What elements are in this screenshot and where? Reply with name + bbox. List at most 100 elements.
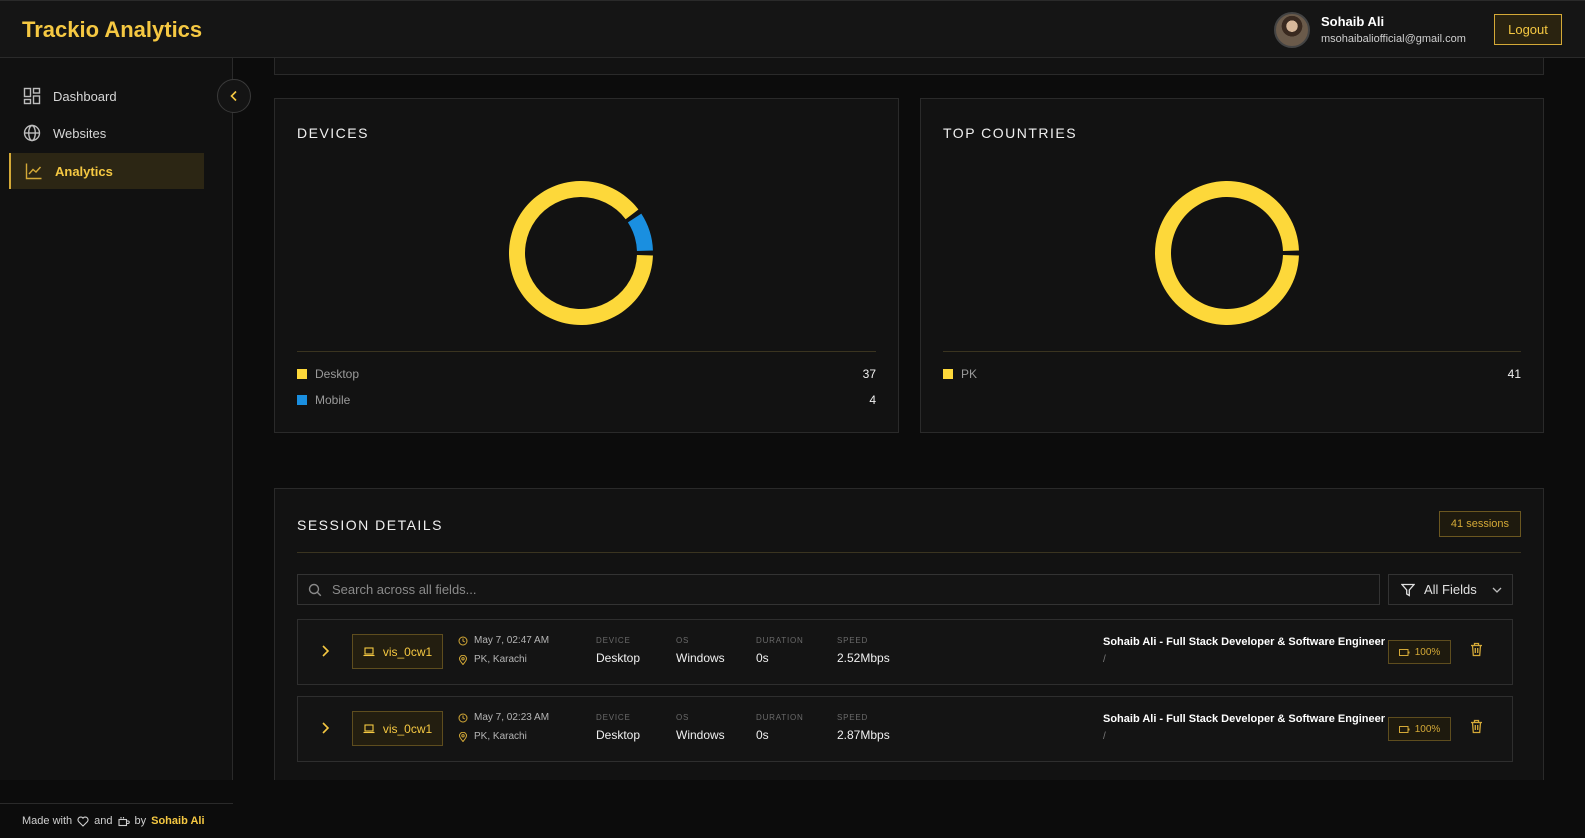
legend-label: Mobile xyxy=(315,393,351,407)
legend-label: PK xyxy=(961,367,978,381)
devices-title: DEVICES xyxy=(297,125,369,141)
delete-icon[interactable] xyxy=(1470,642,1483,657)
avatar[interactable] xyxy=(1274,12,1310,48)
page-path: / xyxy=(1103,654,1106,665)
speed-column: SPEED 2.87Mbps xyxy=(837,713,890,742)
delete-icon[interactable] xyxy=(1470,719,1483,734)
os-value: Windows xyxy=(676,651,725,665)
countries-donut-chart xyxy=(1155,181,1299,325)
battery-value: 100% xyxy=(1414,723,1441,735)
logout-button[interactable]: Logout xyxy=(1494,14,1562,45)
session-location-text: PK, Karachi xyxy=(474,731,527,742)
speed-value: 2.52Mbps xyxy=(837,651,890,665)
battery-value: 100% xyxy=(1414,646,1441,658)
battery-badge: 100% xyxy=(1388,717,1451,741)
visitor-id: vis_0cw1 xyxy=(382,644,433,659)
chevron-down-icon xyxy=(1492,587,1502,593)
os-label: OS xyxy=(676,713,690,722)
duration-value: 0s xyxy=(756,651,769,665)
visitor-id-badge[interactable]: vis_0cw1 xyxy=(352,711,443,746)
user-name: Sohaib Ali xyxy=(1321,14,1385,29)
legend-value: 41 xyxy=(1507,367,1521,381)
chart-icon xyxy=(25,163,42,180)
device-column: DEVICE Desktop xyxy=(596,636,640,665)
footer-by: by xyxy=(134,815,147,827)
coffee-icon xyxy=(117,816,130,826)
legend-swatch xyxy=(943,369,953,379)
legend-divider xyxy=(943,351,1521,352)
legend-value: 4 xyxy=(869,393,876,407)
chevron-left-icon xyxy=(230,90,237,102)
legend-swatch xyxy=(297,369,307,379)
user-email: msohaibaliofficial@gmail.com xyxy=(1321,33,1466,45)
session-location-text: PK, Karachi xyxy=(474,654,527,665)
session-details-title: SESSION DETAILS xyxy=(297,517,443,533)
session-time-text: May 7, 02:23 AM xyxy=(474,712,550,723)
laptop-icon xyxy=(363,646,375,656)
battery-icon xyxy=(1398,725,1410,733)
sidebar-item-websites[interactable]: Websites xyxy=(9,115,204,151)
session-time-text: May 7, 02:47 AM xyxy=(474,635,550,646)
countries-card: TOP COUNTRIES PK 41 xyxy=(920,98,1544,433)
legend-value: 37 xyxy=(862,367,876,381)
chevron-right-icon[interactable] xyxy=(320,721,330,735)
legend-label: Desktop xyxy=(315,367,360,381)
device-value: Desktop xyxy=(596,651,641,665)
session-details-card: SESSION DETAILS 41 sessions Search acros… xyxy=(274,488,1544,780)
donut-slice-mobile[interactable] xyxy=(627,213,653,252)
page-title[interactable]: Sohaib Ali - Full Stack Developer & Soft… xyxy=(1103,636,1385,648)
globe-icon xyxy=(23,124,41,142)
dashboard-icon xyxy=(23,87,41,105)
top-header: Trackio Analytics Sohaib Ali msohaibalio… xyxy=(0,0,1585,58)
clock-icon xyxy=(458,636,468,645)
session-row[interactable]: vis_0cw1 May 7, 02:47 AM PK, Karachi DEV… xyxy=(297,619,1513,685)
sidebar-footer: Made with and by Sohaib Ali xyxy=(0,803,233,838)
os-label: OS xyxy=(676,636,690,645)
battery-badge: 100% xyxy=(1388,640,1451,664)
device-column: DEVICE Desktop xyxy=(596,713,640,742)
session-location: PK, Karachi xyxy=(458,731,527,742)
search-field[interactable]: Search across all fields... xyxy=(297,574,1380,605)
session-count-badge: 41 sessions xyxy=(1438,511,1521,537)
sidebar-item-dashboard[interactable]: Dashboard xyxy=(9,78,204,114)
footer-author[interactable]: Sohaib Ali xyxy=(151,815,204,827)
filter-label: All Fields xyxy=(1424,582,1477,597)
legend-swatch xyxy=(297,395,307,405)
sidebar-item-analytics[interactable]: Analytics xyxy=(9,153,204,189)
session-time: May 7, 02:47 AM xyxy=(458,635,549,646)
speed-label: SPEED xyxy=(837,636,869,645)
donut-slice-desktop[interactable] xyxy=(509,181,653,325)
duration-label: DURATION xyxy=(756,636,804,645)
visitor-id-badge[interactable]: vis_0cw1 xyxy=(352,634,443,669)
device-label: DEVICE xyxy=(596,713,631,722)
sidebar-item-label: Analytics xyxy=(55,163,113,179)
battery-icon xyxy=(1398,648,1410,656)
search-input[interactable]: Search across all fields... xyxy=(332,582,477,597)
chevron-right-icon[interactable] xyxy=(320,644,330,658)
session-location: PK, Karachi xyxy=(458,654,527,665)
speed-label: SPEED xyxy=(837,713,869,722)
previous-card xyxy=(274,58,1544,75)
main-content: DEVICES Desktop 37 Mobile 4 TOP COUNTRIE… xyxy=(233,58,1585,780)
speed-value: 2.87Mbps xyxy=(837,728,890,742)
os-value: Windows xyxy=(676,728,725,742)
sidebar-item-label: Dashboard xyxy=(53,88,117,104)
heart-icon xyxy=(77,816,89,827)
page-path: / xyxy=(1103,731,1106,742)
duration-column: DURATION 0s xyxy=(756,636,804,665)
session-row[interactable]: vis_0cw1 May 7, 02:23 AM PK, Karachi DEV… xyxy=(297,696,1513,762)
collapse-sidebar-button[interactable] xyxy=(217,79,251,113)
session-divider xyxy=(297,552,1521,553)
sidebar-item-label: Websites xyxy=(53,125,107,141)
clock-icon xyxy=(458,713,468,722)
duration-value: 0s xyxy=(756,728,769,742)
field-filter-select[interactable]: All Fields xyxy=(1388,574,1513,605)
donut-slice-pk[interactable] xyxy=(1155,181,1299,325)
app-title[interactable]: Trackio Analytics xyxy=(22,17,202,43)
map-pin-icon xyxy=(458,654,468,665)
duration-column: DURATION 0s xyxy=(756,713,804,742)
device-value: Desktop xyxy=(596,728,641,742)
footer-and: and xyxy=(94,815,113,827)
os-column: OS Windows xyxy=(676,636,725,665)
page-title[interactable]: Sohaib Ali - Full Stack Developer & Soft… xyxy=(1103,713,1385,725)
